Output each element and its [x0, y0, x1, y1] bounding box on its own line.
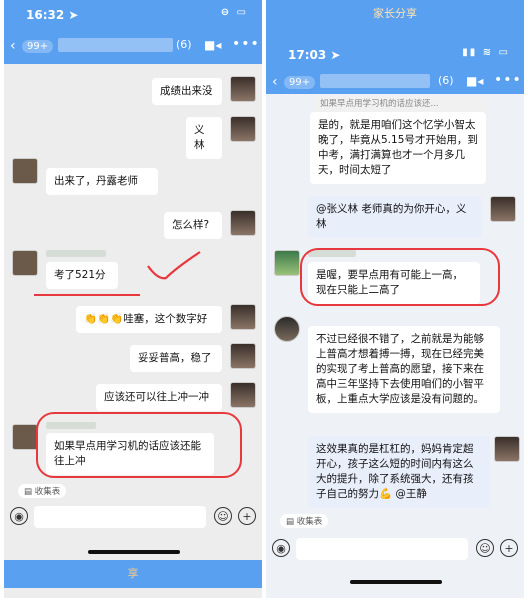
video-call-icon[interactable]: ■◂	[466, 74, 483, 88]
more-icon[interactable]: •••	[232, 36, 260, 52]
page-header: 家长分享	[266, 0, 524, 28]
left-chat-nav: ‹ 99+ (6) ■◂ •••	[4, 30, 262, 66]
avatar[interactable]	[230, 382, 256, 408]
unread-badge[interactable]: 99+	[22, 40, 54, 53]
right-status-bar: 17:03 ➤ ▮▮ ≋ ▭	[266, 40, 524, 68]
more-icon[interactable]: •••	[494, 72, 522, 88]
message-bubble: 是的，就是用咱们这个忆学小智太晚了，毕竟从5.15号才开始用，到中考，满打满算也…	[310, 112, 486, 184]
message-bubble: 义林	[186, 117, 222, 159]
avatar[interactable]	[274, 250, 300, 276]
avatar[interactable]	[274, 316, 300, 342]
tag-label: 收集表	[34, 487, 61, 497]
right-chat-screenshot: 家长分享 17:03 ➤ ▮▮ ≋ ▭ ‹ 99+ (6) ■◂ ••• 如果早…	[266, 0, 524, 598]
back-icon[interactable]: ‹	[10, 38, 16, 54]
avatar[interactable]	[12, 158, 38, 184]
message-bubble: 不过已经很不错了，之前就是为能够上普高才想着搏一搏，现在已经完美的实现了考上普高…	[308, 326, 500, 413]
avatar[interactable]	[12, 250, 38, 276]
avatar[interactable]	[230, 343, 256, 369]
message-bubble: 这效果真的是杠杠的，妈妈肯定超开心，孩子这么短的时间内有这么大的提升，除了系统强…	[308, 436, 490, 508]
left-status-bar: 16:32 ➤ ⊖ ▭	[4, 0, 262, 28]
message-bubble: 出来了，丹露老师	[46, 168, 158, 195]
emoji-icon[interactable]: ☺	[476, 539, 494, 557]
avatar[interactable]	[490, 196, 516, 222]
collect-form-tag[interactable]: ▤ 收集表	[18, 484, 67, 498]
avatar[interactable]	[230, 210, 256, 236]
message-bubble: 怎么样?	[164, 212, 222, 239]
video-call-icon[interactable]: ■◂	[204, 38, 221, 52]
tag-label: 收集表	[296, 517, 323, 527]
group-name-blurred	[58, 38, 173, 52]
back-icon[interactable]: ‹	[272, 74, 278, 90]
message-bubble: 应该还可以往上冲一冲	[96, 384, 222, 411]
member-count: (6)	[176, 38, 192, 51]
message-bubble: @张义林 老师真的为你开心，义林	[308, 196, 482, 238]
footer-text: 享	[127, 567, 139, 580]
sender-name-blurred	[46, 250, 106, 257]
plus-icon[interactable]: +	[238, 507, 256, 525]
avatar[interactable]	[230, 76, 256, 102]
red-highlight-circle	[300, 248, 500, 306]
home-indicator	[88, 550, 180, 554]
message-bubble: 妥妥普高，稳了	[130, 345, 222, 372]
voice-icon[interactable]: ◉	[10, 507, 28, 525]
home-indicator	[350, 580, 442, 584]
avatar[interactable]	[12, 424, 38, 450]
collect-form-tag[interactable]: ▤ 收集表	[280, 514, 329, 528]
input-bar: ◉ ☺ +	[266, 534, 524, 564]
message-input[interactable]	[34, 506, 206, 528]
left-chat-screenshot: 16:32 ➤ ⊖ ▭ ‹ 99+ (6) ■◂ ••• 成绩出来没 义林 出来…	[4, 0, 262, 598]
status-time: 16:32 ➤	[26, 8, 79, 22]
group-name-blurred	[320, 74, 430, 88]
message-bubble: 成绩出来没	[152, 78, 222, 105]
avatar[interactable]	[230, 116, 256, 142]
status-indicators: ▮▮ ≋ ▭	[462, 47, 510, 58]
quoted-message: 如果早点用学习机的话应该还...	[314, 96, 486, 113]
plus-icon[interactable]: +	[500, 539, 518, 557]
avatar[interactable]	[494, 436, 520, 462]
red-highlight-circle	[36, 412, 242, 478]
header-title: 家长分享	[373, 7, 417, 20]
voice-icon[interactable]: ◉	[272, 539, 290, 557]
emoji-icon[interactable]: ☺	[214, 507, 232, 525]
unread-badge[interactable]: 99+	[284, 76, 316, 89]
avatar[interactable]	[230, 304, 256, 330]
status-indicators: ⊖ ▭	[220, 7, 248, 18]
member-count: (6)	[438, 74, 454, 87]
footer-banner: 享	[4, 560, 262, 588]
red-underline	[34, 294, 140, 296]
status-time: 17:03 ➤	[288, 48, 341, 62]
message-bubble: 👏👏👏哇塞，这个数字好	[76, 306, 222, 333]
input-bar: ◉ ☺ +	[4, 502, 262, 532]
message-input[interactable]	[296, 538, 468, 560]
message-bubble: 考了521分	[46, 262, 118, 289]
red-check-icon	[147, 251, 201, 280]
